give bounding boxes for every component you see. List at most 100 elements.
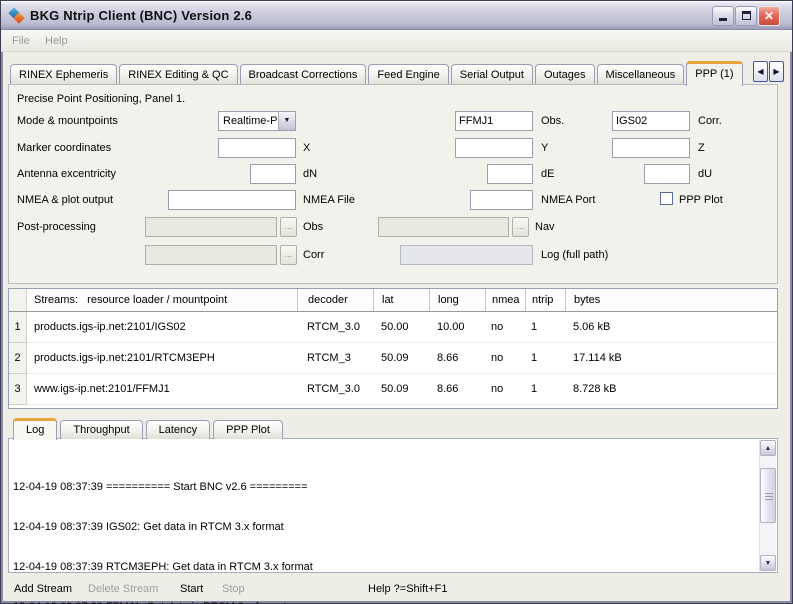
post-nav-input[interactable] xyxy=(378,217,509,237)
menubar: File Help xyxy=(1,30,792,52)
ppp-panel: Precise Point Positioning, Panel 1. Mode… xyxy=(8,84,778,284)
nmea-file-input[interactable] xyxy=(168,190,296,210)
x-label: X xyxy=(303,142,310,154)
cell-long: 8.66 xyxy=(429,383,485,395)
cell-lat: 50.09 xyxy=(373,352,429,364)
close-button[interactable]: ✕ xyxy=(758,6,780,26)
log-line: 12-04-19 08:37:39 IGS02: Get data in RTC… xyxy=(13,521,755,534)
combo-dropdown-button[interactable]: ▼ xyxy=(278,112,295,130)
mode-combobox[interactable]: Realtime-PPP ▼ xyxy=(218,111,296,131)
post-processing-label: Post-processing xyxy=(17,221,96,233)
z-label: Z xyxy=(698,142,705,154)
post-nav-browse-button[interactable]: ... xyxy=(512,217,529,237)
table-row[interactable]: 2 products.igs-ip.net:2101/RTCM3EPH RTCM… xyxy=(9,343,777,374)
de-label: dE xyxy=(541,168,554,180)
scrollbar-thumb[interactable] xyxy=(760,468,776,523)
header-bytes: bytes xyxy=(565,289,777,311)
post-nav-label: Nav xyxy=(535,221,555,233)
marker-y-input[interactable] xyxy=(455,138,533,158)
cell-mountpoint: products.igs-ip.net:2101/RTCM3EPH xyxy=(27,352,297,364)
table-row[interactable]: 3 www.igs-ip.net:2101/FFMJ1 RTCM_3.0 50.… xyxy=(9,374,777,405)
tab-log[interactable]: Log xyxy=(13,418,57,440)
tab-ppp-1[interactable]: PPP (1) xyxy=(686,61,742,86)
ellipsis-icon: ... xyxy=(517,221,525,231)
scroll-up-icon: ▲ xyxy=(765,445,772,452)
y-label: Y xyxy=(541,142,548,154)
cell-decoder: RTCM_3 xyxy=(297,352,373,364)
post-corr-browse-button[interactable]: ... xyxy=(280,245,297,265)
log-line: 12-04-19 08:37:39 RTCM3EPH: Get data in … xyxy=(13,561,755,574)
app-icon xyxy=(9,8,25,24)
tab-serial-output[interactable]: Serial Output xyxy=(451,64,533,85)
post-log-input[interactable] xyxy=(400,245,533,265)
maximize-button[interactable] xyxy=(735,6,757,26)
cell-nmea: no xyxy=(485,321,525,333)
stop-button[interactable]: Stop xyxy=(222,583,245,595)
marker-coordinates-label: Marker coordinates xyxy=(17,142,111,154)
post-log-label: Log (full path) xyxy=(541,249,608,261)
delete-stream-button[interactable]: Delete Stream xyxy=(88,583,158,595)
scroll-down-button[interactable]: ▼ xyxy=(760,555,776,571)
streams-table-header: Streams: resource loader / mountpoint de… xyxy=(9,289,777,312)
tab-miscellaneous[interactable]: Miscellaneous xyxy=(597,64,685,85)
tab-outages[interactable]: Outages xyxy=(535,64,595,85)
window-title: BKG Ntrip Client (BNC) Version 2.6 xyxy=(30,8,252,23)
tab-scroll-right-button[interactable]: ▶ xyxy=(769,61,784,82)
ppp-plot-checkbox[interactable] xyxy=(660,192,673,205)
antenna-dn-input[interactable] xyxy=(250,164,296,184)
cell-bytes: 5.06 kB xyxy=(565,321,777,333)
antenna-excentricity-label: Antenna excentricity xyxy=(17,168,116,180)
tab-ppp-plot[interactable]: PPP Plot xyxy=(213,420,283,439)
thumb-grip xyxy=(765,499,773,500)
streams-table: Streams: resource loader / mountpoint de… xyxy=(8,288,778,409)
add-stream-button[interactable]: Add Stream xyxy=(14,583,72,595)
bnc-window: BKG Ntrip Client (BNC) Version 2.6 ✕ Fil… xyxy=(0,0,793,604)
post-obs-input[interactable] xyxy=(145,217,277,237)
antenna-de-input[interactable] xyxy=(487,164,533,184)
nmea-port-input[interactable] xyxy=(470,190,533,210)
minimize-icon xyxy=(719,18,727,21)
cell-mountpoint: products.igs-ip.net:2101/IGS02 xyxy=(27,321,297,333)
minimize-button[interactable] xyxy=(712,6,734,26)
help-shortcut-label: Help ?=Shift+F1 xyxy=(368,583,448,595)
tab-broadcast-corrections[interactable]: Broadcast Corrections xyxy=(240,64,367,85)
post-corr-label: Corr xyxy=(303,249,324,261)
antenna-du-input[interactable] xyxy=(644,164,690,184)
obs-mountpoint-input[interactable] xyxy=(455,111,533,131)
ellipsis-icon: ... xyxy=(285,221,293,231)
marker-z-input[interactable] xyxy=(612,138,690,158)
bottom-tab-bar: Log Throughput Latency PPP Plot xyxy=(13,417,286,439)
header-gutter xyxy=(9,289,27,311)
action-bar: Add Stream Delete Stream Start Stop Help… xyxy=(0,578,793,602)
tab-rinex-editing-qc[interactable]: RINEX Editing & QC xyxy=(119,64,237,85)
post-obs-browse-button[interactable]: ... xyxy=(280,217,297,237)
menu-file[interactable]: File xyxy=(12,35,30,47)
table-row[interactable]: 1 products.igs-ip.net:2101/IGS02 RTCM_3.… xyxy=(9,312,777,343)
cell-nmea: no xyxy=(485,383,525,395)
menu-help[interactable]: Help xyxy=(45,35,68,47)
row-number: 1 xyxy=(9,312,27,343)
cell-ntrip: 1 xyxy=(525,321,565,333)
tab-feed-engine[interactable]: Feed Engine xyxy=(368,64,448,85)
scroll-up-button[interactable]: ▲ xyxy=(760,440,776,456)
post-corr-input[interactable] xyxy=(145,245,277,265)
tab-latency[interactable]: Latency xyxy=(146,420,211,439)
log-view[interactable]: 12-04-19 08:37:39 ========== Start BNC v… xyxy=(8,438,778,573)
tab-rinex-ephemeris[interactable]: RINEX Ephemeris xyxy=(10,64,117,85)
tab-scroll-left-button[interactable]: ◀ xyxy=(753,61,768,82)
cell-long: 8.66 xyxy=(429,352,485,364)
marker-x-input[interactable] xyxy=(218,138,296,158)
cell-nmea: no xyxy=(485,352,525,364)
corr-mountpoint-input[interactable] xyxy=(612,111,690,131)
log-scrollbar[interactable]: ▲ ▼ xyxy=(759,440,776,571)
post-obs-label: Obs xyxy=(303,221,323,233)
corr-label: Corr. xyxy=(698,115,722,127)
panel-caption: Precise Point Positioning, Panel 1. xyxy=(17,93,185,105)
cell-mountpoint: www.igs-ip.net:2101/FFMJ1 xyxy=(27,383,297,395)
cell-lat: 50.00 xyxy=(373,321,429,333)
start-button[interactable]: Start xyxy=(180,583,203,595)
ellipsis-icon: ... xyxy=(285,249,293,259)
thumb-grip xyxy=(765,493,773,494)
tab-throughput[interactable]: Throughput xyxy=(60,420,142,439)
cell-bytes: 17.114 kB xyxy=(565,352,777,364)
